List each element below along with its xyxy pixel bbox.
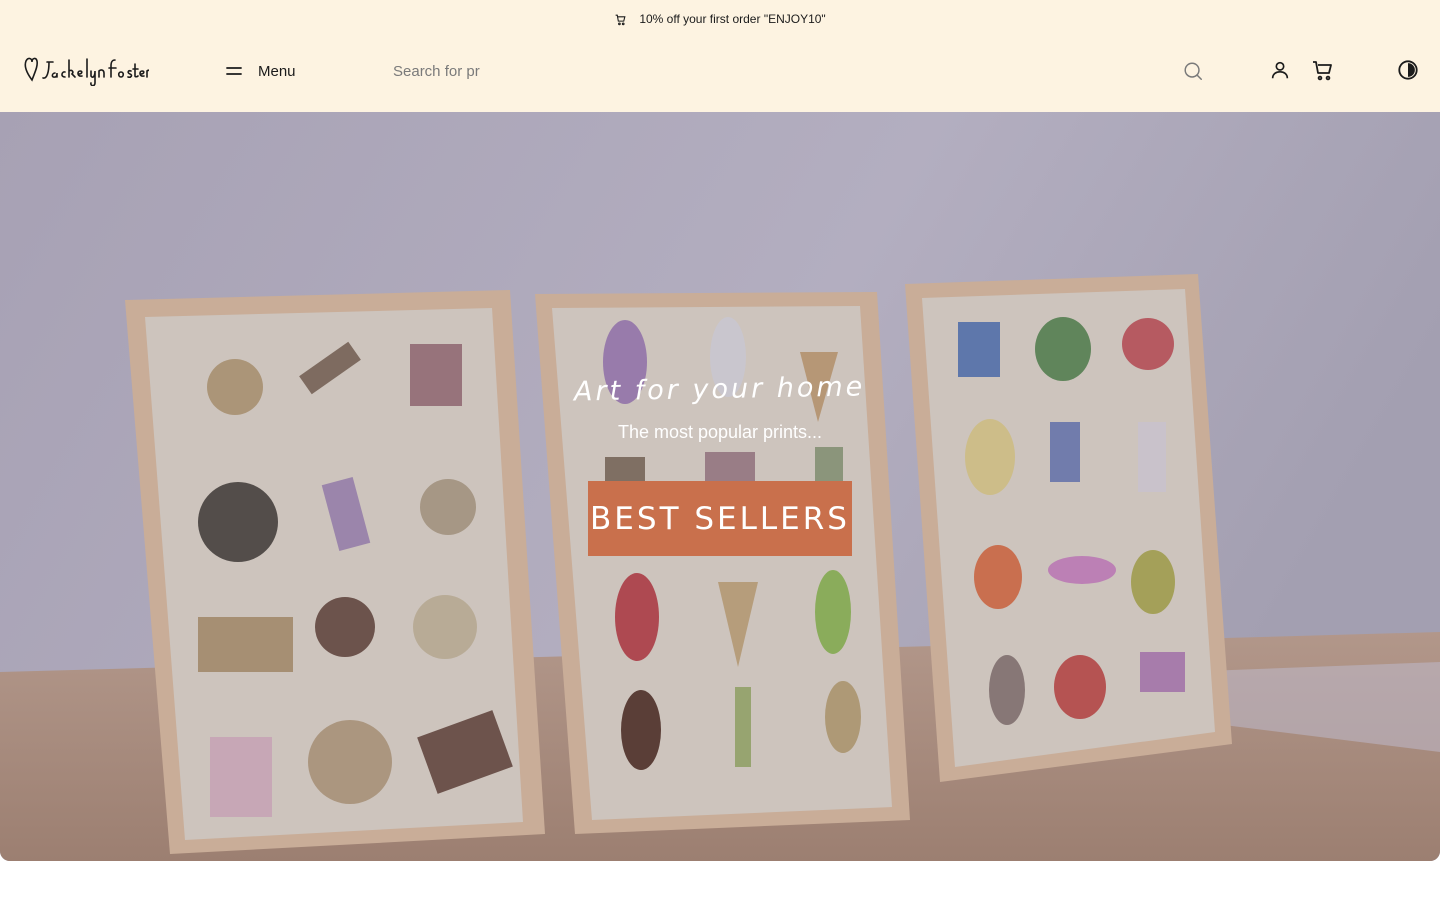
best-sellers-button[interactable]: BEST SELLERS xyxy=(588,481,852,556)
cart-icon xyxy=(1313,61,1332,81)
announcement-text: 10% off your first order "ENJOY10" xyxy=(639,12,826,26)
hero-banner: Art for your home The most popular print… xyxy=(0,112,1440,861)
site-header: Menu xyxy=(0,38,1440,112)
announcement-bar: 10% off your first order "ENJOY10" xyxy=(0,0,1440,38)
hero-title: Art for your home xyxy=(574,371,866,408)
menu-button[interactable]: Menu xyxy=(224,58,296,84)
cart-icon xyxy=(615,14,626,25)
menu-label: Menu xyxy=(258,62,296,80)
brand-logo[interactable] xyxy=(23,54,149,86)
hero-subtitle: The most popular prints... xyxy=(617,422,823,442)
account-button[interactable] xyxy=(1268,58,1292,82)
theme-toggle-button[interactable] xyxy=(1396,58,1420,82)
search-bar xyxy=(378,52,1218,90)
theme-toggle-icon xyxy=(1398,60,1418,80)
hamburger-icon xyxy=(226,67,242,75)
cart-button[interactable] xyxy=(1311,58,1335,82)
hero-content: Art for your home The most popular print… xyxy=(0,371,1440,556)
account-icon xyxy=(1271,61,1289,79)
search-icon[interactable] xyxy=(1182,60,1204,82)
search-input[interactable] xyxy=(378,52,1158,90)
